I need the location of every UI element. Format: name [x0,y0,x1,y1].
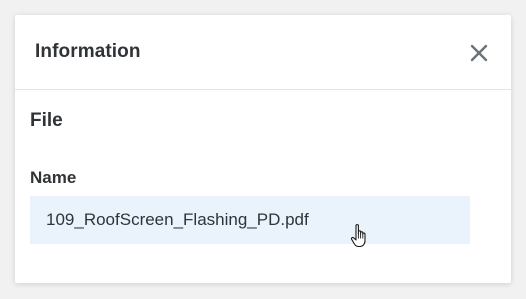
field-label-name: Name [30,168,77,187]
file-name-value[interactable]: 109_RoofScreen_Flashing_PD.pdf [30,196,470,244]
dialog-title: Information [35,41,141,62]
close-button[interactable] [469,43,489,63]
close-icon [470,44,488,62]
dialog-header: Information [15,15,511,90]
section-title-file: File [30,110,63,131]
